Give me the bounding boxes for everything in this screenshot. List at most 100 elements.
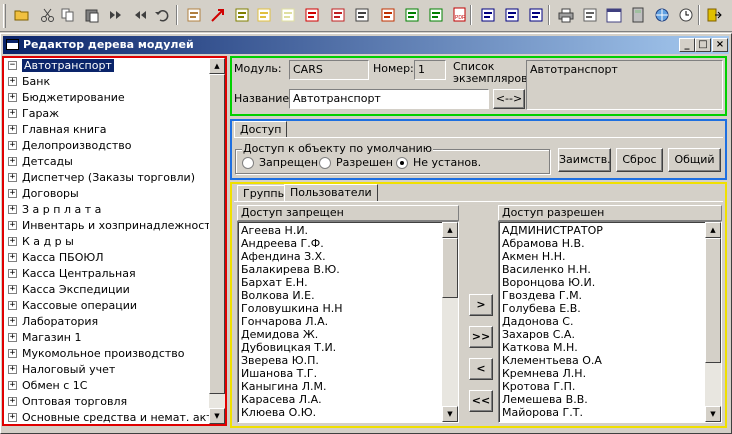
tree-item[interactable]: + Касса Экспедиции bbox=[4, 282, 209, 298]
allowed-user-item[interactable]: Клементьева О.А bbox=[499, 354, 721, 367]
window-titlebar[interactable]: Редактор дерева модулей _ □ × bbox=[3, 36, 729, 54]
excel-icon[interactable] bbox=[402, 5, 422, 25]
expand-icon[interactable]: + bbox=[8, 237, 17, 246]
expand-icon[interactable]: + bbox=[8, 253, 17, 262]
import-icon[interactable] bbox=[378, 5, 398, 25]
remove-user-button[interactable]: < bbox=[469, 358, 493, 380]
expand-icon[interactable]: + bbox=[8, 285, 17, 294]
printer-icon[interactable] bbox=[556, 5, 576, 25]
toolbar-grip[interactable] bbox=[3, 4, 6, 28]
rewind-icon[interactable] bbox=[130, 5, 150, 25]
allowed-user-item[interactable]: Лемешева В.В. bbox=[499, 393, 721, 406]
denied-user-item[interactable]: Каныгина Л.М. bbox=[238, 380, 458, 393]
tree-scroll-up-button[interactable]: ▲ bbox=[209, 58, 225, 74]
denied-scrollbar[interactable]: ▲ ▼ bbox=[442, 222, 458, 422]
denied-user-item[interactable]: Клюева О.Ю. bbox=[238, 406, 458, 419]
allowed-users-list[interactable]: АДМИНИСТРАТОР Абрамова Н.В. Акмен Н.Н. Васи… bbox=[498, 221, 722, 423]
close-button[interactable]: × bbox=[712, 38, 728, 52]
denied-user-item[interactable]: Зверева Ю.П. bbox=[238, 354, 458, 367]
allowed-user-item[interactable]: Абрамова Н.В. bbox=[499, 237, 721, 250]
export-icon[interactable] bbox=[328, 5, 348, 25]
globe-icon[interactable] bbox=[652, 5, 672, 25]
expand-icon[interactable]: + bbox=[8, 125, 17, 134]
tree-item[interactable]: + Бюджетирование bbox=[4, 90, 209, 106]
tree-item[interactable]: + Договоры bbox=[4, 186, 209, 202]
tree-scroll-thumb[interactable] bbox=[209, 74, 225, 394]
exit-icon[interactable] bbox=[704, 5, 724, 25]
swap-button[interactable]: <--> bbox=[493, 89, 525, 109]
expand-icon[interactable]: + bbox=[8, 173, 17, 182]
name-input[interactable]: Автотранспорт bbox=[289, 89, 489, 109]
tree-item[interactable]: + Гараж bbox=[4, 106, 209, 122]
calculator-icon[interactable] bbox=[628, 5, 648, 25]
borrow-button[interactable]: Заимств. bbox=[558, 148, 611, 172]
tree-item[interactable]: + К а д р ы bbox=[4, 234, 209, 250]
tree-item[interactable]: + Детсады bbox=[4, 154, 209, 170]
allowed-user-item[interactable]: АДМИНИСТРАТОР bbox=[499, 224, 721, 237]
tree-item[interactable]: + Кассовые операции bbox=[4, 298, 209, 314]
collapse-icon[interactable]: − bbox=[8, 61, 17, 70]
allowed-user-item[interactable]: Дадонова С. bbox=[499, 315, 721, 328]
new-doc-icon[interactable] bbox=[254, 5, 274, 25]
denied-user-item[interactable]: Агеева Н.И. bbox=[238, 224, 458, 237]
tree-scrollbar[interactable]: ▲ ▼ bbox=[209, 58, 225, 424]
cut-icon[interactable] bbox=[38, 5, 58, 25]
denied-user-item[interactable]: Демидова Ж. bbox=[238, 328, 458, 341]
remove-all-users-button[interactable]: << bbox=[469, 390, 493, 412]
allowed-user-item[interactable]: Кремнева Л.Н. bbox=[499, 367, 721, 380]
expand-icon[interactable]: + bbox=[8, 333, 17, 342]
denied-user-item[interactable]: Андреева Г.Ф. bbox=[238, 237, 458, 250]
maximize-button[interactable]: □ bbox=[695, 38, 711, 52]
print-doc-icon[interactable] bbox=[352, 5, 372, 25]
expand-icon[interactable]: + bbox=[8, 109, 17, 118]
denied-scroll-down-button[interactable]: ▼ bbox=[442, 406, 458, 422]
tree-item[interactable]: + Лаборатория bbox=[4, 314, 209, 330]
red-arrow-icon[interactable] bbox=[208, 5, 228, 25]
add-user-button[interactable]: > bbox=[469, 294, 493, 316]
expand-icon[interactable]: + bbox=[8, 269, 17, 278]
clock-icon[interactable] bbox=[676, 5, 696, 25]
denied-user-item[interactable]: Головушкина Н.Н bbox=[238, 302, 458, 315]
tree-item[interactable]: + Касса Центральная bbox=[4, 266, 209, 282]
minimize-button[interactable]: _ bbox=[679, 38, 695, 52]
undo-icon[interactable] bbox=[152, 5, 172, 25]
report-icon[interactable] bbox=[232, 5, 252, 25]
allowed-user-item[interactable]: Каткова М.Н. bbox=[499, 341, 721, 354]
allowed-user-item[interactable]: Кротова Г.П. bbox=[499, 380, 721, 393]
tree-item[interactable]: + Касса ПБОЮЛ bbox=[4, 250, 209, 266]
expand-icon[interactable]: + bbox=[8, 397, 17, 406]
denied-user-item[interactable]: Бархат Е.Н. bbox=[238, 276, 458, 289]
expand-icon[interactable]: + bbox=[8, 413, 17, 422]
allowed-user-item[interactable]: Воронцова Ю.И. bbox=[499, 276, 721, 289]
open-folder-icon[interactable] bbox=[12, 5, 32, 25]
tree-item[interactable]: + Мукомольное производство bbox=[4, 346, 209, 362]
expand-icon[interactable]: + bbox=[8, 77, 17, 86]
tree-item[interactable]: + Банк bbox=[4, 74, 209, 90]
expand-icon[interactable]: + bbox=[8, 141, 17, 150]
reset-button[interactable]: Сброс bbox=[616, 148, 663, 172]
allowed-scroll-up-button[interactable]: ▲ bbox=[705, 222, 721, 238]
tree-item[interactable]: + Инвентарь и хозпринадлежности bbox=[4, 218, 209, 234]
common-button[interactable]: Общий bbox=[668, 148, 721, 172]
tree-item[interactable]: + Магазин 1 bbox=[4, 330, 209, 346]
pointer-arrow-icon[interactable] bbox=[302, 5, 322, 25]
cascade-windows-icon[interactable] bbox=[478, 5, 498, 25]
expand-icon[interactable]: + bbox=[8, 349, 17, 358]
instances-list[interactable]: Автотранспорт bbox=[526, 60, 723, 110]
expand-icon[interactable]: + bbox=[8, 317, 17, 326]
add-all-users-button[interactable]: >> bbox=[469, 326, 493, 348]
pdf-icon[interactable]: PDF bbox=[450, 5, 470, 25]
tree-item[interactable]: + Обмен с 1С bbox=[4, 378, 209, 394]
radio-not-set[interactable]: Не установ. bbox=[396, 156, 481, 169]
allowed-user-item[interactable]: Захаров С.А. bbox=[499, 328, 721, 341]
allowed-user-item[interactable]: Акмен Н.Н. bbox=[499, 250, 721, 263]
allowed-scroll-down-button[interactable]: ▼ bbox=[705, 406, 721, 422]
doc-icon[interactable] bbox=[278, 5, 298, 25]
expand-icon[interactable]: + bbox=[8, 157, 17, 166]
paste-icon[interactable] bbox=[82, 5, 102, 25]
edit-doc-icon[interactable] bbox=[184, 5, 204, 25]
radio-allowed[interactable]: Разрешен bbox=[319, 156, 393, 169]
expand-icon[interactable]: + bbox=[8, 301, 17, 310]
tree-item[interactable]: − Автотранспорт bbox=[4, 58, 209, 74]
copy-icon[interactable] bbox=[58, 5, 78, 25]
